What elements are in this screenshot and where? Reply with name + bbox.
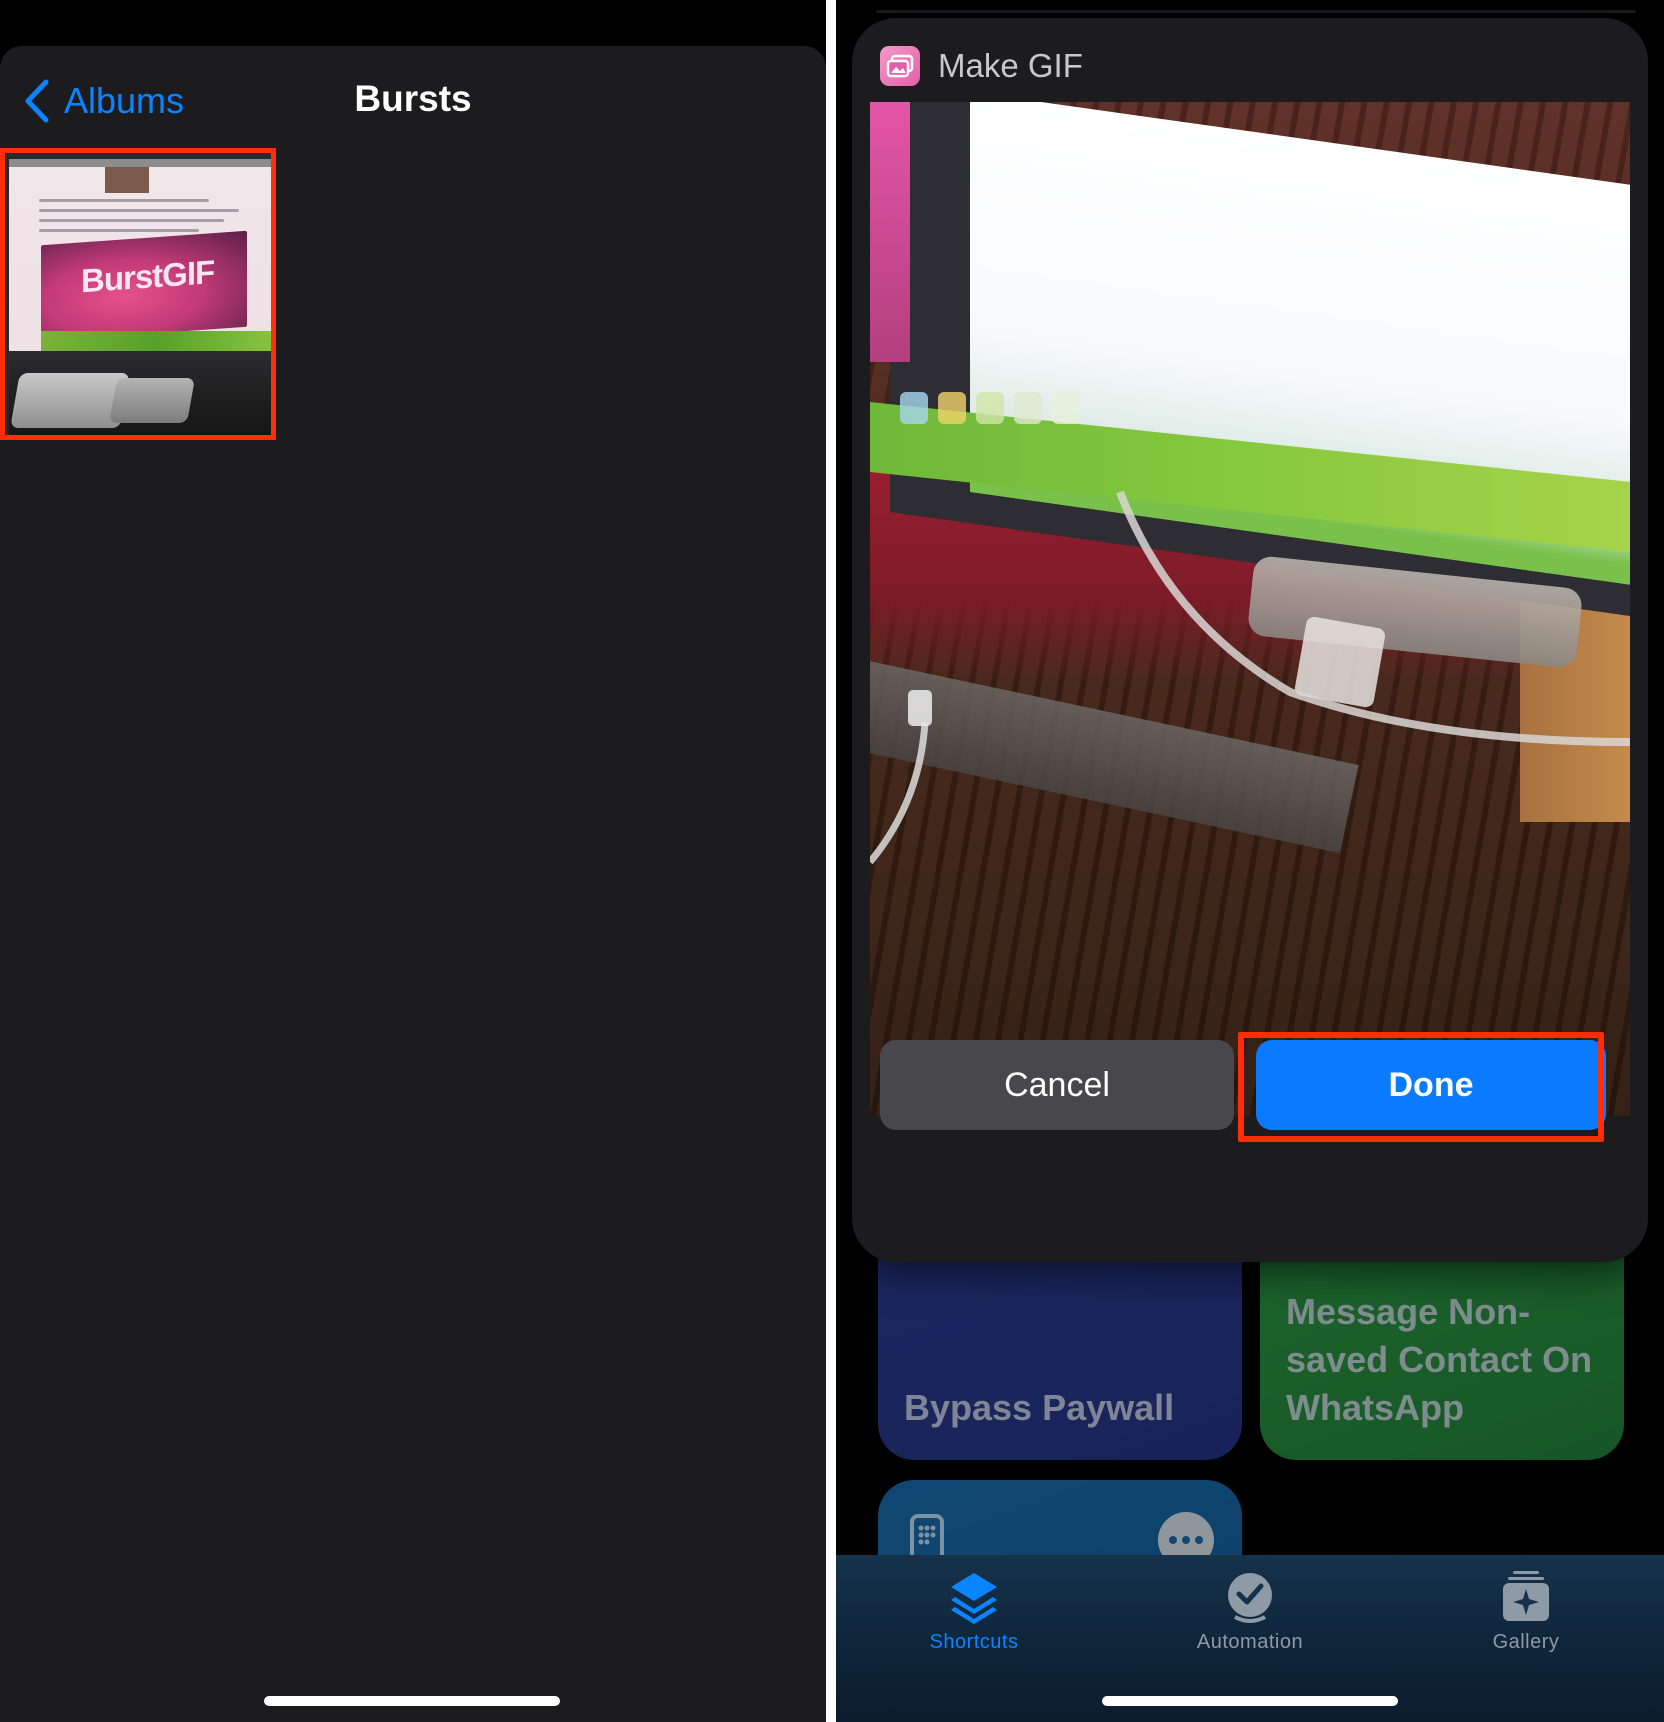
home-indicator[interactable] [264,1696,560,1706]
sheet-title: Make GIF [938,47,1083,84]
tab-shortcuts[interactable]: Shortcuts [874,1569,1074,1654]
sparkle-stack-icon [1503,1571,1549,1621]
cancel-button[interactable]: Cancel [880,1040,1234,1130]
tab-label: Shortcuts [929,1631,1019,1653]
tab-gallery[interactable]: Gallery [1426,1569,1626,1654]
screenshot-stage: Albums Bursts BurstGIF Bypass Paywall Me… [0,0,1664,1722]
burst-photo-thumbnail[interactable]: BurstGIF [0,148,276,440]
panel-divider [826,0,836,1722]
make-gif-sheet: Make GIF Cancel Done [852,18,1648,1262]
photos-bursts-screen: Albums Bursts BurstGIF [0,0,826,1722]
checkmark-clock-icon [1228,1573,1272,1623]
done-button[interactable]: Done [1256,1040,1606,1130]
stacked-layers-icon [951,1573,997,1624]
photos-stack-icon [880,46,920,86]
tab-label: Automation [1196,1631,1304,1653]
shortcuts-screen: Bypass Paywall Message Non-saved Contact… [836,0,1664,1722]
tile-title: Message Non-saved Contact On WhatsApp [1286,1291,1593,1428]
page-title: Bursts [354,78,472,119]
burst-photo-image: BurstGIF [5,153,271,435]
home-indicator[interactable] [1102,1696,1398,1706]
thumb-hero-banner: BurstGIF [41,230,247,342]
tab-label: Gallery [1492,1631,1560,1653]
tab-automation[interactable]: Automation [1150,1569,1350,1654]
thumb-hero-text: BurstGIF [81,253,215,300]
gif-preview-image [870,102,1630,1116]
sheet-header: Make GIF [880,44,1083,88]
tile-title: Bypass Paywall [904,1387,1175,1428]
